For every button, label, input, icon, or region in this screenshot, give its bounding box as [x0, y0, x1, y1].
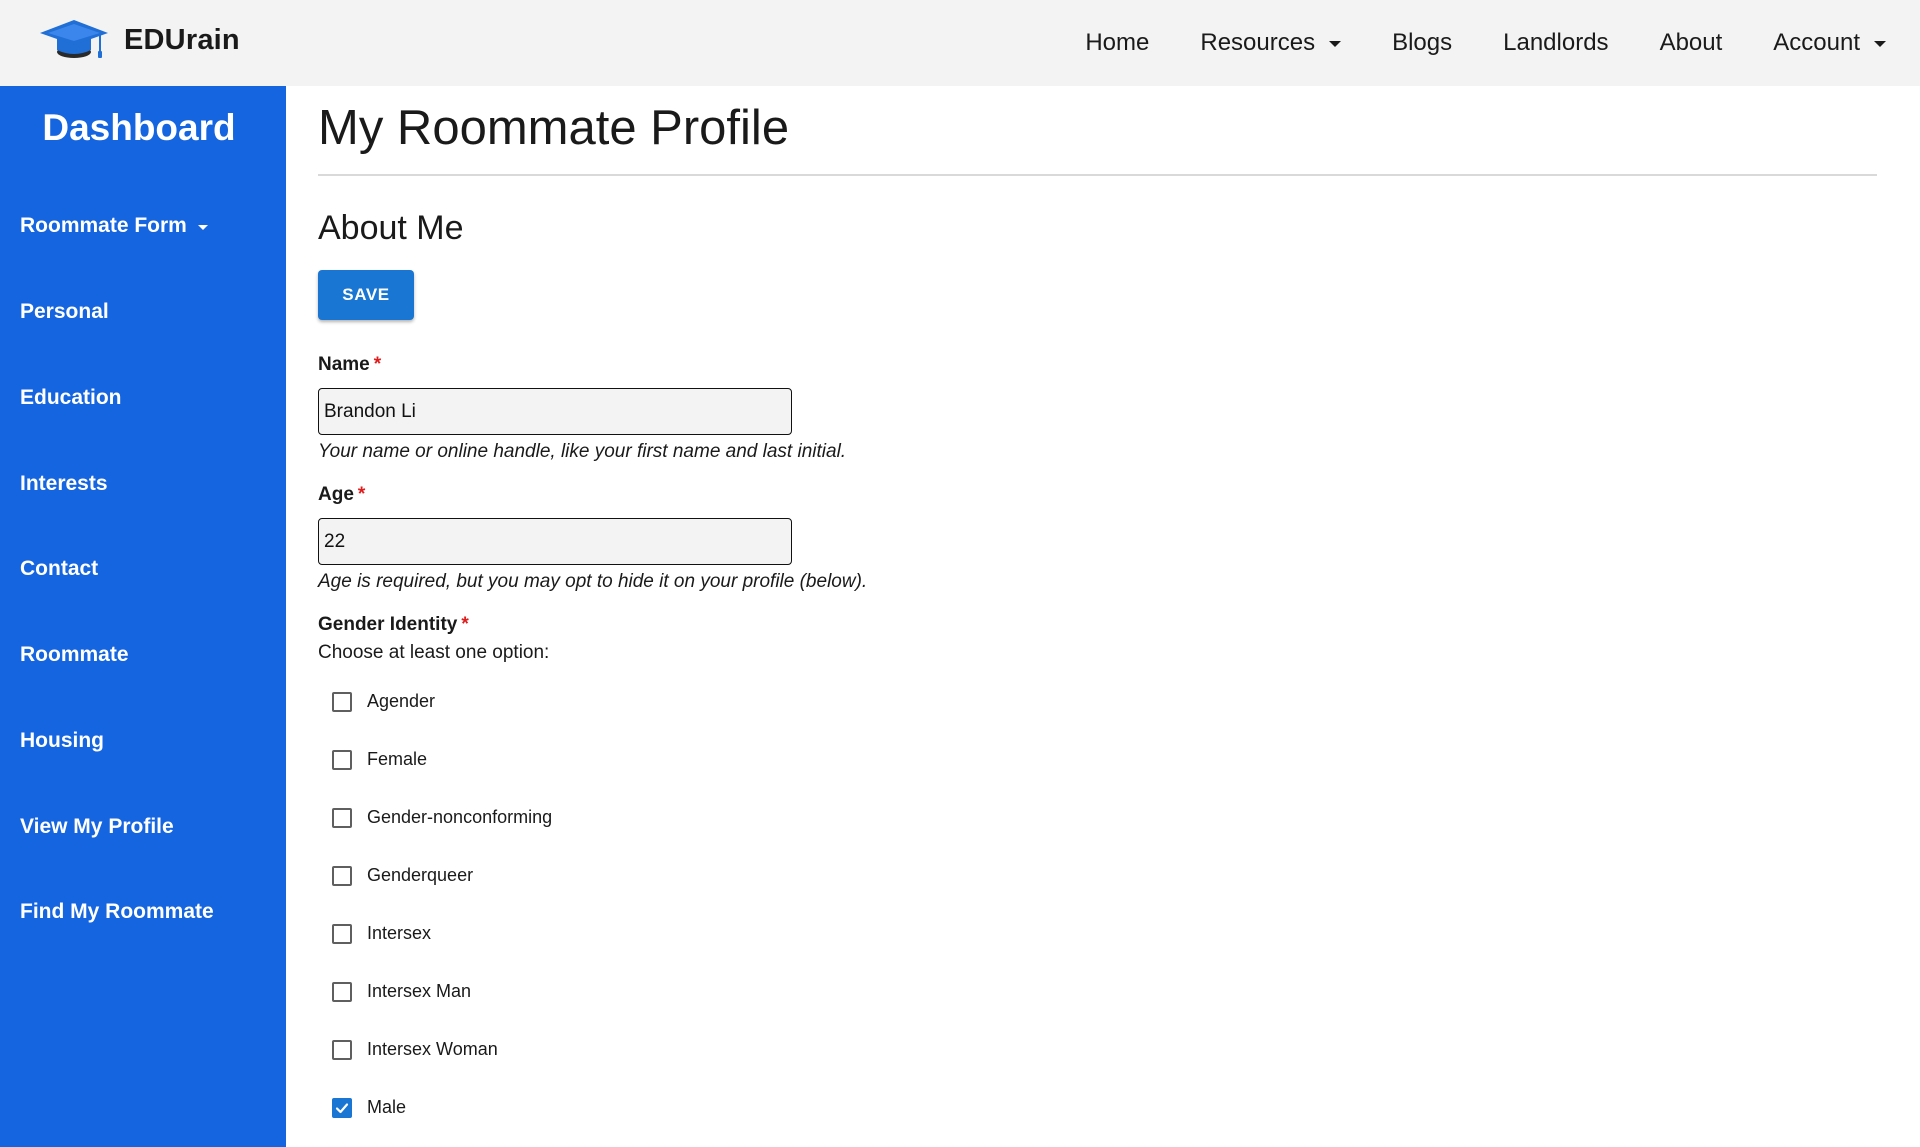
- sidebar-title: Dashboard: [42, 107, 236, 148]
- divider: [318, 174, 1877, 176]
- gender-option-gender-nonconforming[interactable]: Gender-nonconforming: [332, 807, 552, 828]
- name-label-text: Name: [318, 354, 370, 375]
- nav-resources-label: Resources: [1200, 29, 1316, 56]
- gender-option-intersex[interactable]: Intersex: [332, 923, 431, 944]
- gender-option-intersex-man[interactable]: Intersex Man: [332, 981, 471, 1002]
- sidebar-item-education[interactable]: Education: [20, 386, 122, 410]
- chevron-down-icon: [1874, 41, 1886, 47]
- checkbox[interactable]: [332, 1039, 352, 1060]
- checkbox-label: Intersex Man: [367, 981, 472, 1001]
- nav-home-label: Home: [1085, 29, 1150, 56]
- gender-label-text: Gender Identity: [318, 614, 458, 635]
- brand[interactable]: EDUrain: [38, 16, 240, 64]
- required-marker: *: [357, 484, 366, 505]
- checkbox[interactable]: [332, 923, 352, 944]
- age-help: Age is required, but you may opt to hide…: [318, 571, 868, 592]
- sidebar-item-contact[interactable]: Contact: [20, 557, 98, 581]
- sidebar-item-label: Contact: [20, 557, 99, 580]
- sidebar-item-personal[interactable]: Personal: [20, 300, 109, 324]
- required-marker: *: [461, 614, 469, 635]
- page-title: My Roommate Profile: [318, 101, 790, 155]
- checkbox-label: Agender: [367, 691, 436, 711]
- sidebar-item-roommate[interactable]: Roommate: [20, 643, 129, 667]
- checkbox[interactable]: [332, 865, 352, 886]
- name-label: Name *: [318, 354, 381, 376]
- check-icon: [335, 1102, 349, 1113]
- sidebar-item-label: Roommate: [20, 643, 129, 666]
- checkbox-label: Intersex: [367, 923, 432, 943]
- gender-label: Gender Identity *: [318, 614, 469, 636]
- name-input[interactable]: [318, 388, 792, 435]
- checkbox[interactable]: [332, 691, 352, 712]
- sidebar-item-label: Education: [20, 386, 122, 409]
- checkbox-label: Intersex Woman: [367, 1039, 498, 1059]
- gender-option-genderqueer[interactable]: Genderqueer: [332, 865, 473, 886]
- checkbox[interactable]: [332, 749, 352, 770]
- gender-option-intersex-woman[interactable]: Intersex Woman: [332, 1039, 498, 1060]
- dashboard-sidebar: Dashboard Roommate Form Personal Educati…: [0, 86, 286, 1147]
- nav-account[interactable]: Account: [1773, 29, 1886, 57]
- nav-blogs-label: Blogs: [1392, 29, 1453, 56]
- name-help: Your name or online handle, like your fi…: [318, 441, 847, 462]
- chevron-down-icon: [1329, 41, 1342, 47]
- age-label: Age *: [318, 484, 365, 506]
- sidebar-item-roommate-form[interactable]: Roommate Form: [20, 214, 208, 238]
- chevron-down-icon: [197, 224, 208, 230]
- save-button[interactable]: SAVE: [318, 270, 414, 320]
- checkbox-label: Genderqueer: [367, 865, 474, 885]
- section-title: About Me: [318, 209, 464, 247]
- nav-landlords-label: Landlords: [1503, 29, 1609, 56]
- gender-instruction: Choose at least one option:: [318, 642, 550, 663]
- gender-option-agender[interactable]: Agender: [332, 691, 435, 712]
- graduation-cap-icon: [40, 20, 108, 58]
- checkbox[interactable]: [332, 807, 352, 828]
- required-marker: *: [373, 354, 382, 375]
- age-label-text: Age: [318, 484, 354, 505]
- sidebar-item-label: Find My Roommate: [20, 900, 214, 923]
- sidebar-item-view-my-profile[interactable]: View My Profile: [20, 815, 174, 839]
- nav-account-label: Account: [1773, 29, 1860, 56]
- sidebar-item-label: Roommate Form: [20, 214, 187, 237]
- checkbox-label: Gender-nonconforming: [367, 807, 553, 827]
- sidebar-item-label: Interests: [20, 472, 108, 495]
- gender-option-male[interactable]: Male: [332, 1097, 406, 1118]
- nav-resources[interactable]: Resources: [1200, 29, 1342, 57]
- nav-home[interactable]: Home: [1085, 29, 1149, 57]
- nav-landlords[interactable]: Landlords: [1503, 29, 1608, 57]
- main-nav: Home Resources Blogs Landlords About Acc…: [1034, 0, 1886, 86]
- checkbox[interactable]: [332, 981, 352, 1002]
- gender-option-female[interactable]: Female: [332, 749, 427, 770]
- sidebar-item-interests[interactable]: Interests: [20, 472, 108, 496]
- nav-about[interactable]: About: [1660, 29, 1723, 57]
- sidebar-item-label: Personal: [20, 300, 109, 323]
- age-input[interactable]: [318, 518, 792, 565]
- sidebar-item-label: View My Profile: [20, 815, 174, 838]
- checkbox[interactable]: [332, 1097, 352, 1118]
- sidebar-item-housing[interactable]: Housing: [20, 729, 104, 753]
- top-navbar: EDUrain Home Resources Blogs Landlords A…: [0, 0, 1920, 86]
- brand-name: EDUrain: [124, 23, 240, 56]
- nav-about-label: About: [1659, 29, 1723, 56]
- checkbox-label: Male: [367, 1097, 407, 1117]
- nav-blogs[interactable]: Blogs: [1392, 29, 1452, 57]
- sidebar-item-label: Housing: [20, 729, 104, 752]
- checkbox-label: Female: [367, 749, 428, 769]
- sidebar-item-find-my-roommate[interactable]: Find My Roommate: [20, 900, 214, 924]
